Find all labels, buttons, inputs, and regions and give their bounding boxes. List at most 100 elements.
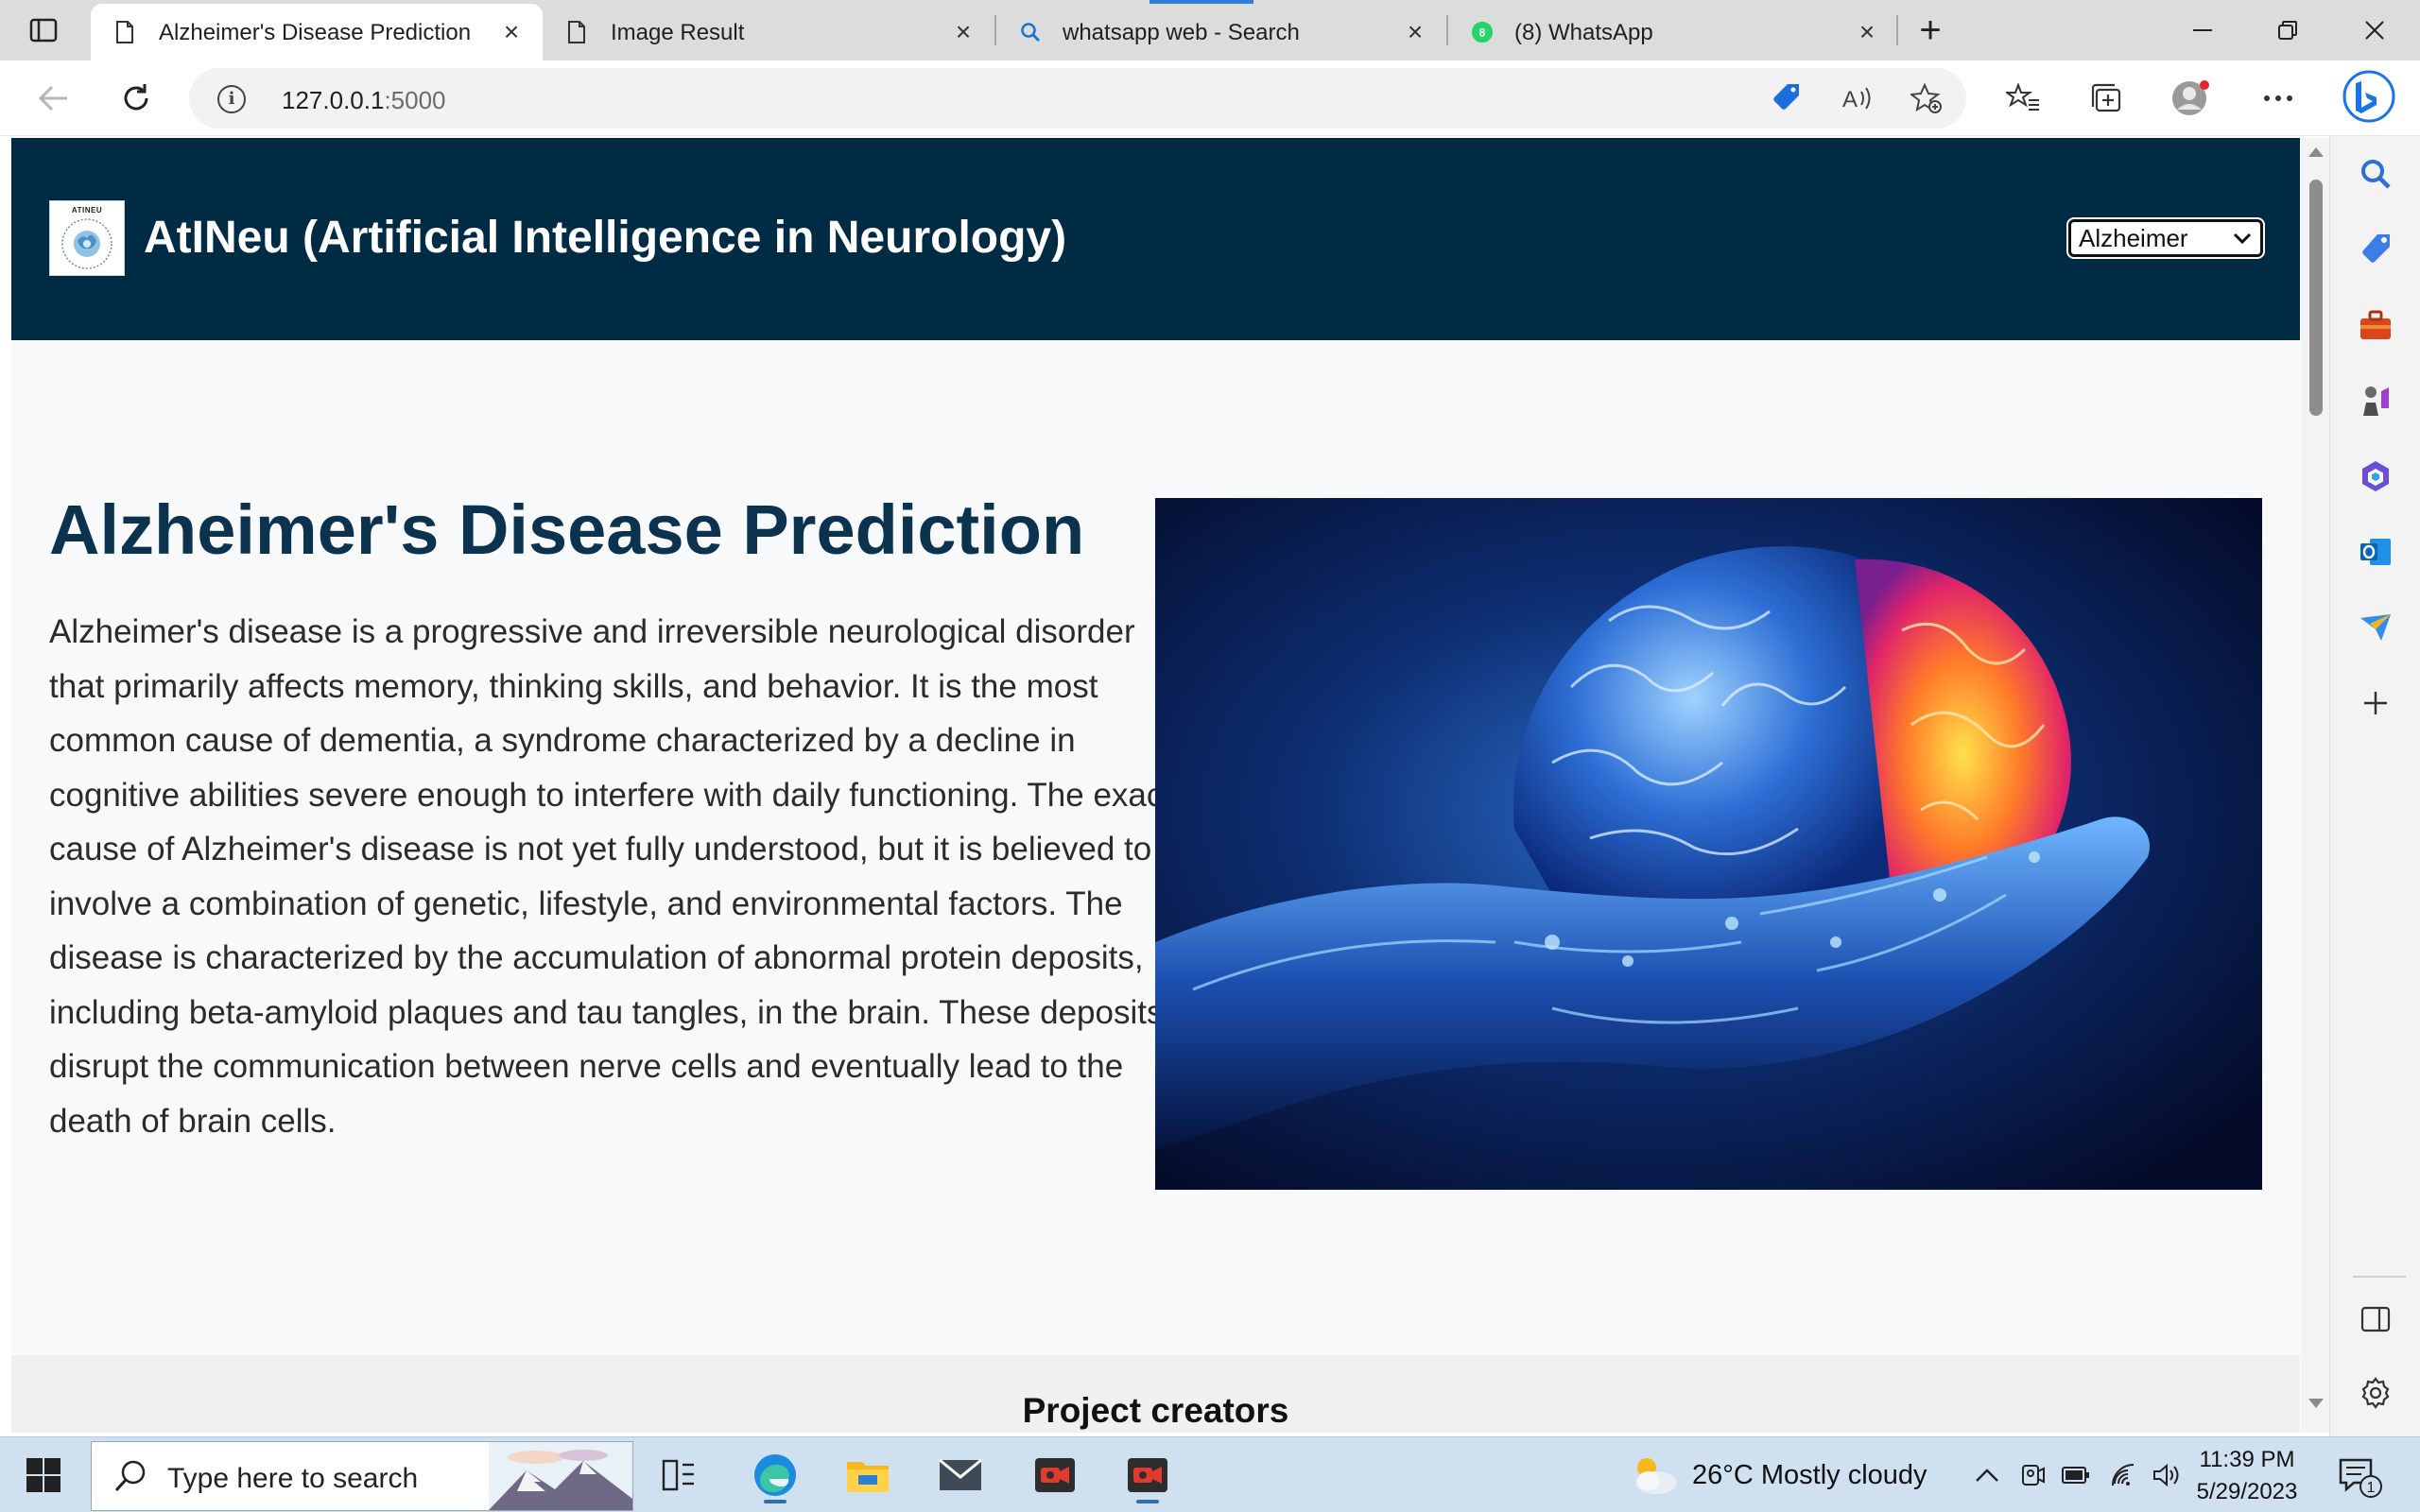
site-info-icon[interactable]: i: [217, 85, 246, 113]
wifi-icon[interactable]: [2110, 1460, 2140, 1490]
more-button[interactable]: [2257, 77, 2299, 119]
windows-start-icon[interactable]: [25, 1456, 62, 1494]
page-title: Alzheimer's Disease Prediction: [49, 490, 1085, 569]
taskbar-edge[interactable]: [745, 1447, 805, 1503]
close-icon[interactable]: ×: [1403, 19, 1427, 45]
tab-title: (8) WhatsApp: [1514, 20, 1653, 45]
volume-icon[interactable]: [2152, 1460, 2182, 1490]
mail-icon: [939, 1458, 982, 1490]
read-aloud-icon[interactable]: A: [1836, 77, 1877, 119]
whatsapp-icon: 8: [1471, 21, 1494, 43]
taskbar-recorder[interactable]: [1025, 1447, 1085, 1503]
tab-title: Image Result: [611, 20, 745, 45]
page-scrollbar[interactable]: [2301, 138, 2329, 1433]
page-icon: [565, 21, 588, 43]
notification-icon[interactable]: 1: [2337, 1456, 2382, 1498]
brain-logo-icon: [61, 217, 112, 269]
creators-title: Project creators: [1022, 1391, 1289, 1430]
close-icon[interactable]: ×: [1855, 19, 1879, 45]
scroll-thumb[interactable]: [2309, 180, 2323, 416]
search-highlight-mountain-icon: [489, 1442, 632, 1510]
avatar: [2172, 80, 2209, 115]
restore-button[interactable]: [2265, 9, 2310, 51]
sidebar-settings-icon[interactable]: [2357, 1374, 2394, 1412]
tab-actions-button[interactable]: [23, 13, 64, 47]
close-icon[interactable]: ×: [499, 19, 524, 45]
site-title: AtINeu (Artificial Intelligence in Neuro…: [144, 213, 1067, 263]
taskbar: Type here to search 26°C Mostly cloudy 1…: [0, 1436, 2420, 1512]
notification-count: 1: [2367, 1480, 2376, 1496]
taskbar-mail[interactable]: [930, 1447, 991, 1503]
whatsapp-badge: 8: [1479, 26, 1486, 40]
tab-actions-icon: [29, 18, 58, 43]
close-icon[interactable]: ×: [951, 19, 976, 45]
logo-text: ATINEU: [71, 205, 103, 215]
sidebar-add-icon[interactable]: [2357, 684, 2394, 722]
add-favorite-icon[interactable]: [1906, 77, 1947, 119]
browser-toolbar: i 127.0.0.1:5000 A: [0, 60, 2420, 136]
sidebar-send-icon[interactable]: [2357, 609, 2394, 646]
recorder-icon: [1035, 1458, 1075, 1492]
sidebar-outlook-icon[interactable]: [2357, 533, 2394, 571]
bing-icon: [2342, 70, 2395, 123]
close-window-button[interactable]: [2352, 9, 2397, 51]
favorites-icon: [2006, 83, 2039, 111]
tab-whatsapp-search[interactable]: whatsapp web - Search ×: [996, 4, 1446, 60]
site-logo[interactable]: ATINEU: [49, 200, 125, 276]
meet-now-icon[interactable]: [2017, 1460, 2048, 1490]
tab-alzheimer[interactable]: Alzheimer's Disease Prediction ×: [91, 4, 543, 60]
taskbar-search-box[interactable]: Type here to search: [91, 1441, 633, 1511]
refresh-button[interactable]: [115, 77, 157, 119]
page-icon: [113, 21, 136, 43]
scroll-down-arrow[interactable]: [2308, 1399, 2324, 1408]
minimize-button[interactable]: [2180, 9, 2225, 51]
favorites-button[interactable]: [2002, 77, 2044, 119]
disease-select-value: Alzheimer: [2079, 224, 2188, 252]
sidebar-tools-icon[interactable]: [2357, 306, 2394, 344]
back-arrow-icon: [38, 85, 67, 112]
task-view-button[interactable]: [648, 1447, 709, 1503]
cloudy-weather-icon[interactable]: [1628, 1452, 1679, 1498]
svg-text:A: A: [1842, 87, 1858, 112]
sidebar-games-icon[interactable]: [2357, 382, 2394, 420]
taskbar-file-explorer[interactable]: [838, 1447, 898, 1503]
tab-title: Alzheimer's Disease Prediction: [159, 20, 472, 45]
shopping-tag-icon[interactable]: [1766, 77, 1807, 119]
more-icon: [2264, 95, 2292, 101]
site-header: ATINEU AtINeu (Artificial Intelligence i…: [11, 138, 2300, 340]
search-icon: [114, 1460, 146, 1492]
sidebar-shopping-icon[interactable]: [2357, 231, 2394, 268]
edge-icon: [754, 1454, 796, 1496]
brain-robot-hand-image: [1155, 498, 2262, 1190]
chevron-down-icon: [2233, 232, 2252, 245]
clock-time[interactable]: 11:39 PM: [2186, 1447, 2308, 1473]
sidebar-office-icon[interactable]: [2357, 457, 2394, 495]
task-view-icon: [662, 1459, 694, 1491]
search-icon: [1019, 21, 1042, 43]
taskbar-recorder-active[interactable]: [1117, 1447, 1178, 1503]
tab-image-result[interactable]: Image Result ×: [543, 4, 994, 60]
search-placeholder: Type here to search: [167, 1463, 419, 1494]
clock-date[interactable]: 5/29/2023: [2186, 1479, 2308, 1505]
collections-icon: [2091, 83, 2121, 112]
sidebar-search-icon[interactable]: [2357, 155, 2394, 193]
collections-button[interactable]: [2085, 77, 2127, 119]
weather-text[interactable]: 26°C Mostly cloudy: [1692, 1460, 1927, 1491]
minimize-icon: [2193, 29, 2212, 31]
restore-icon: [2278, 21, 2297, 40]
bing-chat-button[interactable]: [2342, 70, 2395, 123]
refresh-icon: [124, 84, 148, 111]
tab-whatsapp[interactable]: 8 (8) WhatsApp ×: [1448, 4, 1898, 60]
sidebar-hide-icon[interactable]: [2357, 1300, 2394, 1338]
new-tab-button[interactable]: +: [1911, 11, 1949, 49]
url-text[interactable]: 127.0.0.1:5000: [282, 86, 446, 115]
battery-charging-icon[interactable]: [2061, 1460, 2091, 1490]
chevron-up-icon[interactable]: [1972, 1460, 2002, 1490]
back-button[interactable]: [32, 77, 74, 119]
tab-separator: [1896, 15, 1898, 45]
scroll-up-arrow[interactable]: [2308, 147, 2324, 157]
profile-button[interactable]: [2170, 77, 2212, 119]
page-viewport: ATINEU AtINeu (Artificial Intelligence i…: [11, 138, 2300, 1433]
address-bar[interactable]: i 127.0.0.1:5000 A: [189, 68, 1966, 129]
disease-select[interactable]: Alzheimer: [2068, 219, 2263, 257]
